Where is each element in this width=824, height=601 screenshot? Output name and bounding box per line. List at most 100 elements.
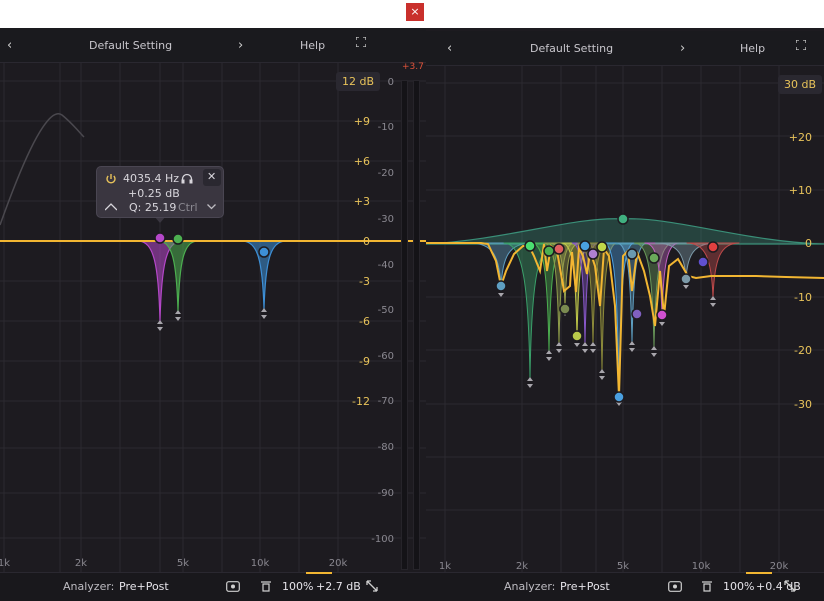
gain-scale-label: -10 — [794, 291, 812, 304]
band-handle-down-icon[interactable] — [599, 376, 605, 380]
frequency-label: 10k — [251, 558, 270, 569]
band-handle-up-icon[interactable] — [629, 341, 635, 345]
resize-icon[interactable] — [784, 580, 796, 592]
eq-band-node[interactable] — [543, 245, 555, 257]
fullscreen-icon[interactable] — [796, 40, 806, 50]
band-handle-down-icon[interactable] — [651, 353, 657, 357]
left-eq-window: × ‹ Default Setting › Help +9 +6 +3 0 -3 -6 -9… — [0, 0, 426, 601]
band-tooltip: 4035.4 Hz ✕ +0.25 dB Q: 25.19 Ctrl — [96, 166, 224, 218]
eq-band-node[interactable] — [258, 246, 270, 258]
band-handle-up-icon[interactable] — [590, 342, 596, 346]
eq-band-node[interactable] — [697, 256, 709, 268]
next-preset-button[interactable]: › — [680, 41, 685, 56]
analyzer-mode[interactable]: Pre+Post — [119, 580, 169, 593]
bell-shape-icon[interactable] — [105, 203, 117, 211]
spectrum-scale-label: -30 — [378, 214, 394, 225]
db-range-badge[interactable]: 12 dB — [336, 72, 381, 91]
eq-graph[interactable]: +20 +10 0 -10 -20 -30 1k 2k 5k 10k 20k — [426, 66, 824, 573]
band-handle-down-icon[interactable] — [710, 303, 716, 307]
band-handle-up-icon[interactable] — [175, 310, 181, 314]
band-gain[interactable]: +0.25 dB — [128, 187, 180, 200]
eq-band-node[interactable] — [571, 330, 583, 342]
window-titlebar — [426, 0, 824, 28]
phase-mode-icon[interactable] — [702, 581, 712, 592]
help-button[interactable]: Help — [300, 39, 325, 52]
eq-footer: Analyzer: Pre+Post 100% +2.7 dB — [0, 572, 426, 601]
analyzer-label: Analyzer: — [504, 580, 556, 593]
band-handle-down-icon[interactable] — [175, 317, 181, 321]
band-handle-down-icon[interactable] — [546, 357, 552, 361]
eq-band-node[interactable] — [626, 248, 638, 260]
prev-preset-button[interactable]: ‹ — [447, 41, 452, 56]
headphones-icon[interactable] — [181, 173, 193, 184]
preset-name[interactable]: Default Setting — [530, 42, 613, 55]
frequency-label: 2k — [516, 561, 528, 572]
eq-band-node[interactable] — [495, 280, 507, 292]
right-eq-window: ‹ Default Setting › Help +20 +10 0 -10 -20 -3… — [426, 0, 824, 601]
eq-band-node[interactable] — [154, 232, 166, 244]
eq-band-node[interactable] — [631, 308, 643, 320]
zoom-value[interactable]: 100% — [723, 580, 754, 593]
spectrum-scale-label: -60 — [378, 351, 394, 362]
band-handle-up-icon[interactable] — [582, 342, 588, 346]
eq-band-node[interactable] — [656, 309, 668, 321]
eq-band-node[interactable] — [524, 240, 536, 252]
resize-icon[interactable] — [366, 580, 378, 592]
prev-preset-button[interactable]: ‹ — [7, 38, 12, 53]
help-button[interactable]: Help — [740, 42, 765, 55]
meter-peak-value: +3.7 — [402, 62, 424, 72]
band-handle-down-icon[interactable] — [659, 322, 665, 326]
chevron-down-icon[interactable] — [207, 204, 216, 210]
eq-graph[interactable]: +9 +6 +3 0 -3 -6 -9 -12 0 -10 -20 -30 -40 -50 -60 -70 -8… — [0, 63, 426, 573]
analyzer-mode[interactable]: Pre+Post — [560, 580, 610, 593]
band-handle-up-icon[interactable] — [527, 377, 533, 381]
frequency-label: 5k — [177, 558, 189, 569]
band-handle-up-icon[interactable] — [546, 350, 552, 354]
band-handle-down-icon[interactable] — [261, 315, 267, 319]
band-handle-down-icon[interactable] — [498, 293, 504, 297]
eq-band-node[interactable] — [680, 273, 692, 285]
band-handle-down-icon[interactable] — [590, 349, 596, 353]
gain-scale-label: +10 — [789, 184, 812, 197]
band-handle-down-icon[interactable] — [574, 343, 580, 347]
band-close-button[interactable]: ✕ — [207, 170, 216, 183]
gain-scale-label: -3 — [359, 275, 370, 288]
eq-band-node[interactable] — [172, 233, 184, 245]
eq-header: ‹ Default Setting › Help — [426, 31, 824, 66]
band-handle-down-icon[interactable] — [527, 384, 533, 388]
eq-band-node[interactable] — [613, 391, 625, 403]
eq-band-node[interactable] — [596, 241, 608, 253]
spectrum-scale-label: -90 — [378, 488, 394, 499]
eq-band-node[interactable] — [707, 241, 719, 253]
eq-band-node[interactable] — [587, 248, 599, 260]
frequency-label: 20k — [770, 561, 789, 572]
midi-learn-icon[interactable] — [668, 581, 682, 592]
band-handle-down-icon[interactable] — [157, 327, 163, 331]
frequency-label: 1k — [0, 558, 10, 569]
fullscreen-icon[interactable] — [356, 37, 366, 47]
output-gain-value[interactable]: +2.7 dB — [316, 580, 361, 593]
gain-scale-label: 0 — [363, 235, 370, 248]
band-handle-down-icon[interactable] — [582, 349, 588, 353]
midi-learn-icon[interactable] — [226, 581, 240, 592]
band-handle-up-icon[interactable] — [261, 308, 267, 312]
phase-mode-icon[interactable] — [261, 581, 271, 592]
spectrum-scale-label: -80 — [378, 442, 394, 453]
close-window-button[interactable]: × — [406, 3, 424, 21]
eq-band-node[interactable] — [648, 252, 660, 264]
eq-band-node[interactable] — [559, 303, 571, 315]
db-range-badge[interactable]: 30 dB — [778, 75, 823, 94]
gain-scale-label: +20 — [789, 131, 812, 144]
eq-band-node[interactable] — [579, 240, 591, 252]
zoom-value[interactable]: 100% — [282, 580, 313, 593]
preset-name[interactable]: Default Setting — [89, 39, 172, 52]
power-icon[interactable] — [105, 173, 117, 185]
band-handle-up-icon[interactable] — [651, 346, 657, 350]
band-frequency[interactable]: 4035.4 Hz — [123, 172, 179, 185]
band-handle-up-icon[interactable] — [599, 369, 605, 373]
eq-band-node[interactable] — [617, 213, 629, 225]
next-preset-button[interactable]: › — [238, 38, 243, 53]
band-handle-down-icon[interactable] — [683, 285, 689, 289]
eq-band-node[interactable] — [553, 243, 565, 255]
band-q[interactable]: Q: 25.19 — [129, 201, 176, 214]
